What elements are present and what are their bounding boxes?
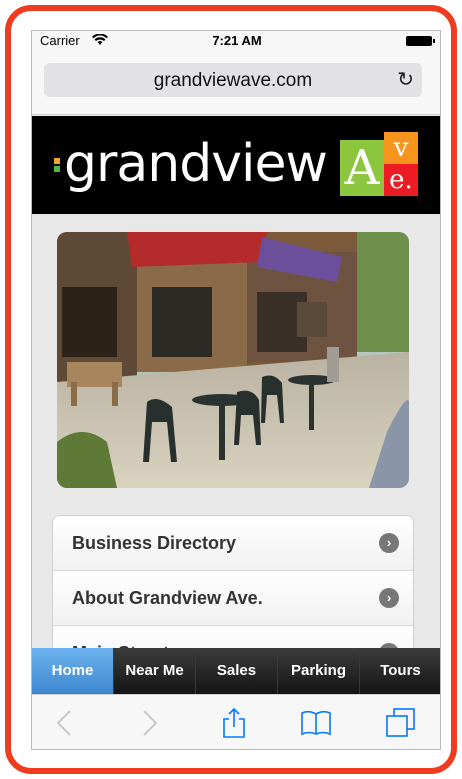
status-time: 7:21 AM [212,33,262,48]
browser-toolbar [32,694,440,749]
bookmarks-icon[interactable] [300,707,332,739]
logo-ave-mark: A v e. [340,132,422,196]
browser-address-area: grandviewave.com ↻ [32,51,440,115]
forward-icon[interactable] [132,707,164,739]
tab-parking[interactable]: Parking [278,648,360,694]
hero-photo [57,232,409,488]
logo-wordmark: grandview [64,134,328,194]
logo-ave-v: v [384,132,418,164]
logo-ave-e: e. [384,164,418,196]
reload-icon[interactable]: ↻ [397,67,414,92]
menu-item-business-directory[interactable]: Business Directory › [53,516,413,571]
menu-item-label: About Grandview Ave. [72,588,263,608]
battery-icon [406,36,435,46]
site-header: grandview A v e. [32,116,440,214]
logo-dot-orange [54,158,60,164]
tab-tours[interactable]: Tours [360,648,440,694]
back-icon[interactable] [50,707,82,739]
address-url[interactable]: grandviewave.com [44,70,422,92]
site-logo[interactable]: grandview A v e. [50,130,426,198]
logo-ave-a: A [340,140,384,196]
share-icon[interactable] [218,707,250,739]
street-scene-image [57,232,409,488]
site-tab-bar: Home Near Me Sales Parking Tours [32,648,440,694]
tab-sales[interactable]: Sales [196,648,278,694]
menu-item-label: Business Directory [72,533,237,553]
menu-item-about[interactable]: About Grandview Ave. › [53,571,413,626]
status-bar: Carrier 7:21 AM [32,31,440,51]
tab-home[interactable]: Home [32,648,114,694]
logo-dot-green [54,166,60,172]
chevron-right-icon: › [379,588,399,608]
phone-screen: Carrier 7:21 AM grandviewave.com ↻ grand… [31,30,441,750]
tabs-icon[interactable] [384,707,416,739]
address-bar[interactable]: grandviewave.com ↻ [44,63,422,97]
tab-near-me[interactable]: Near Me [114,648,196,694]
chevron-right-icon: › [379,533,399,553]
